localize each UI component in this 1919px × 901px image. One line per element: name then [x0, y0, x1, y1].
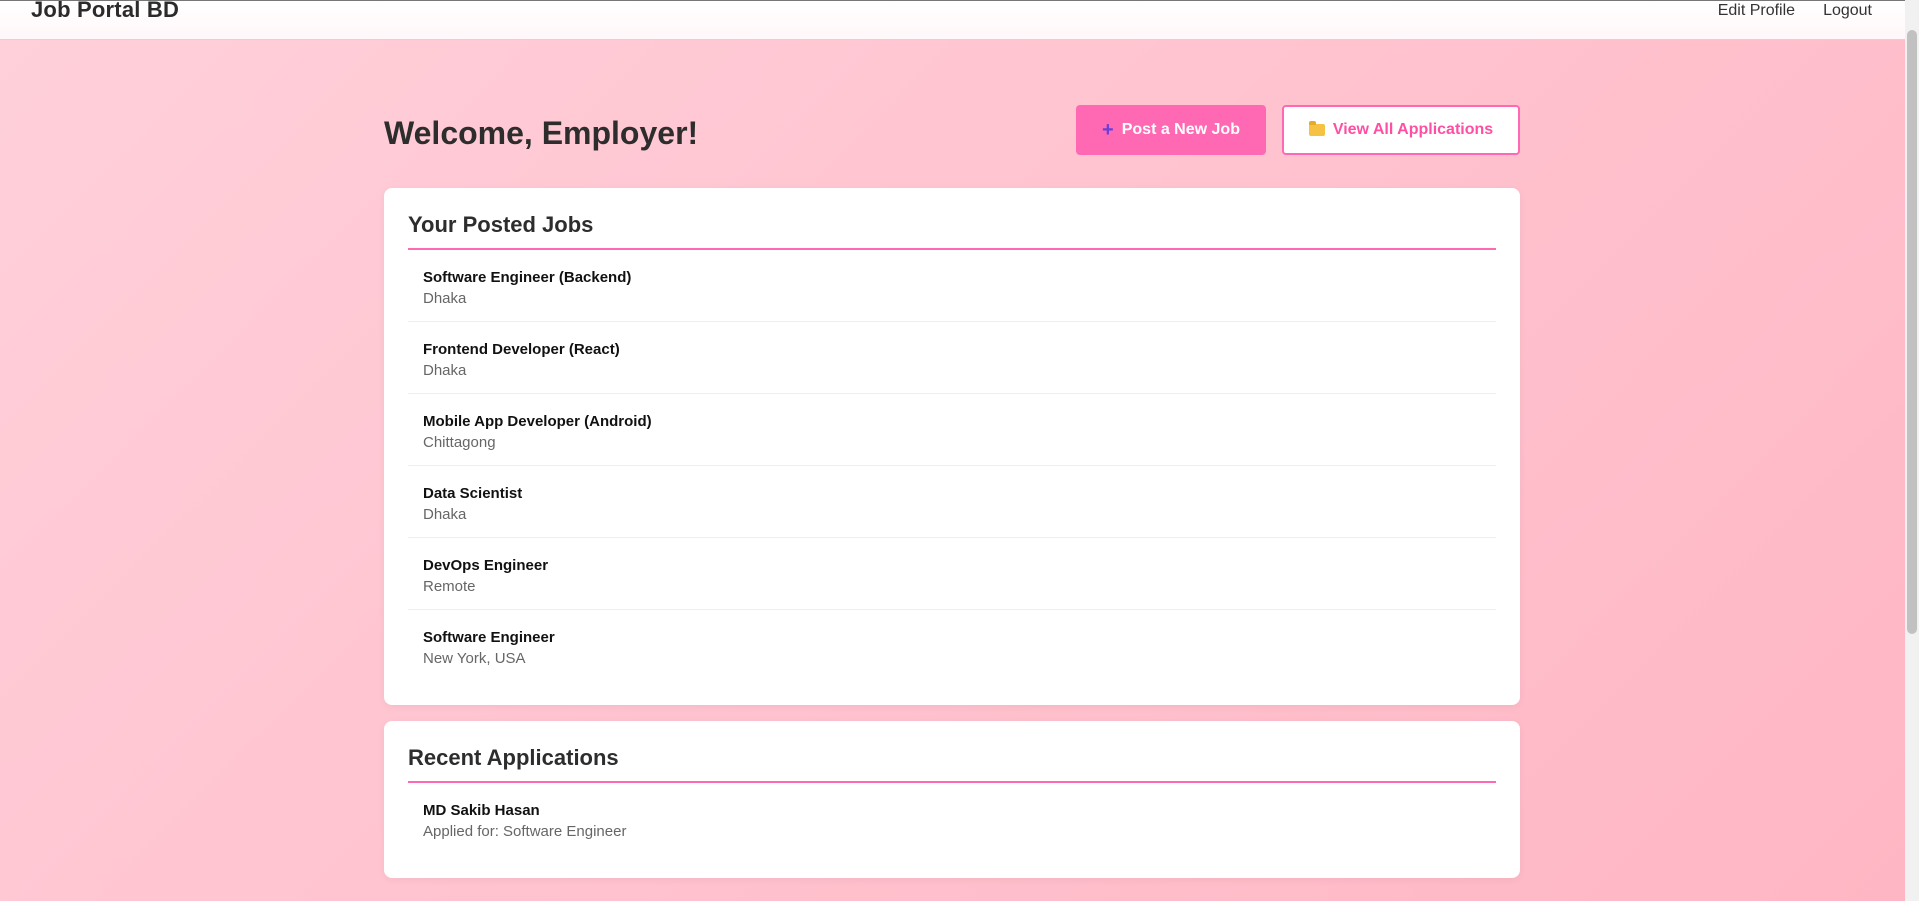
job-list-item[interactable]: DevOps Engineer Remote	[408, 538, 1496, 610]
job-title: Software Engineer (Backend)	[423, 269, 632, 286]
posted-jobs-card: Your Posted Jobs Software Engineer (Back…	[384, 188, 1520, 705]
job-title: Software Engineer	[423, 629, 555, 646]
job-location: New York, USA	[423, 650, 526, 667]
job-list-item[interactable]: Software Engineer (Backend) Dhaka	[408, 250, 1496, 322]
brand-logo[interactable]: Job Portal BD	[31, 0, 179, 23]
recent-applications-list: MD Sakib Hasan Applied for: Software Eng…	[408, 783, 1496, 854]
view-all-applications-button[interactable]: View All Applications	[1282, 105, 1520, 155]
recent-applications-heading: Recent Applications	[408, 745, 1496, 783]
job-list-item[interactable]: Software Engineer New York, USA	[408, 610, 1496, 681]
job-title: Frontend Developer (React)	[423, 341, 620, 358]
application-detail: Applied for: Software Engineer	[423, 823, 627, 840]
job-location: Dhaka	[423, 506, 467, 523]
plus-icon: +	[1102, 119, 1114, 141]
job-list-item[interactable]: Mobile App Developer (Android) Chittagon…	[408, 394, 1496, 466]
page-title: Welcome, Employer!	[384, 114, 699, 151]
job-title: Data Scientist	[423, 485, 523, 502]
job-location: Remote	[423, 578, 476, 595]
view-all-applications-label: View All Applications	[1332, 121, 1494, 138]
edit-profile-link[interactable]: Edit Profile	[1718, 2, 1795, 20]
posted-jobs-list: Software Engineer (Backend) Dhaka Fronte…	[408, 250, 1496, 681]
application-list-item[interactable]: MD Sakib Hasan Applied for: Software Eng…	[408, 783, 1496, 854]
job-title: Mobile App Developer (Android)	[423, 413, 652, 430]
logout-link[interactable]: Logout	[1823, 2, 1872, 20]
job-location: Dhaka	[423, 290, 467, 307]
job-location: Chittagong	[423, 434, 496, 451]
scrollbar-thumb[interactable]	[1907, 30, 1917, 634]
header-actions: + Post a New Job View All Applications	[1076, 105, 1520, 155]
page-scrollbar[interactable]	[1905, 0, 1919, 901]
top-navbar: Job Portal BD Edit Profile Logout	[0, 0, 1905, 40]
job-location: Dhaka	[423, 362, 467, 379]
job-list-item[interactable]: Frontend Developer (React) Dhaka	[408, 322, 1496, 394]
applicant-name: MD Sakib Hasan	[423, 802, 540, 819]
post-new-job-button[interactable]: + Post a New Job	[1076, 105, 1266, 155]
folder-icon	[1308, 121, 1325, 136]
job-title: DevOps Engineer	[423, 557, 549, 574]
job-list-item[interactable]: Data Scientist Dhaka	[408, 466, 1496, 538]
posted-jobs-heading: Your Posted Jobs	[408, 212, 1496, 250]
dashboard-header: Welcome, Employer! + Post a New Job View…	[384, 104, 1520, 156]
nav-links: Edit Profile Logout	[1718, 2, 1872, 20]
recent-applications-card: Recent Applications MD Sakib Hasan Appli…	[384, 721, 1520, 878]
dashboard-container: Welcome, Employer! + Post a New Job View…	[384, 104, 1520, 878]
post-new-job-label: Post a New Job	[1121, 121, 1240, 138]
